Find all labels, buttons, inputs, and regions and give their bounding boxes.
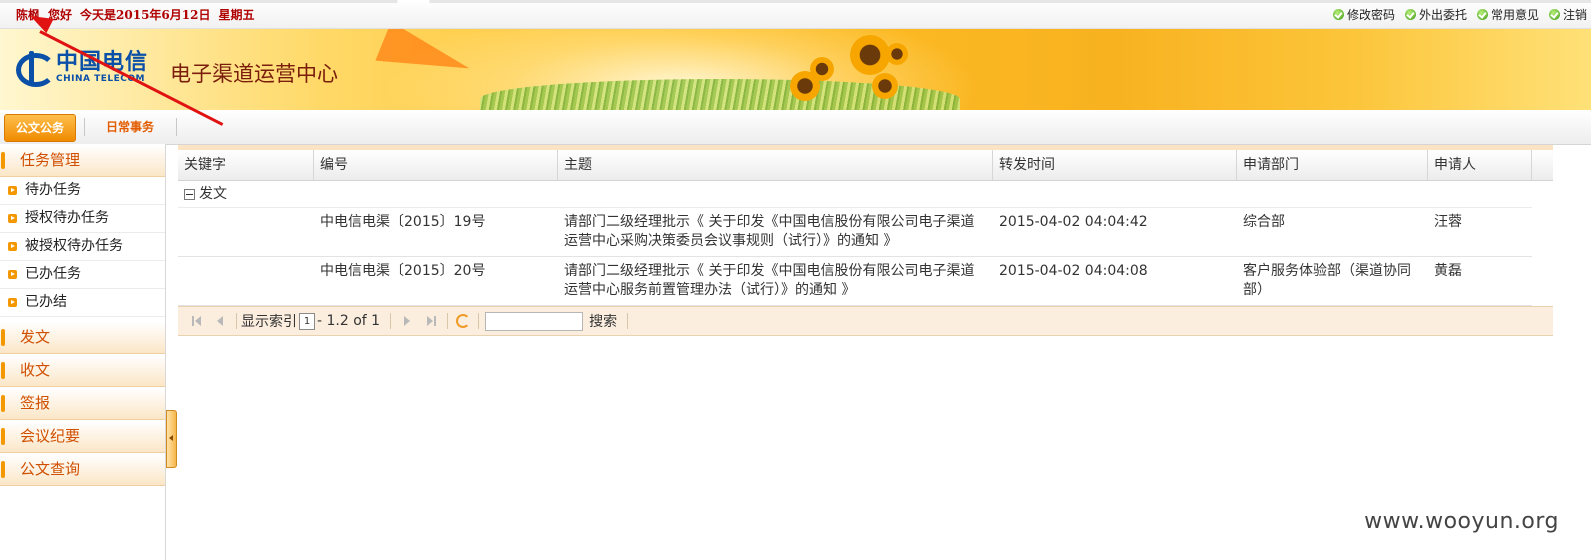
sidebar-item-delegated-pending[interactable]: 被授权待办任务 xyxy=(0,233,165,261)
index-label: 显示索引 xyxy=(241,314,297,330)
table-row[interactable]: 中电信电渠〔2015〕19号 请部门二级经理批示《 关于印发《中国电信股份有限公… xyxy=(178,208,1532,257)
check-circle-icon xyxy=(1548,9,1560,20)
cell-subject[interactable]: 请部门二级经理批示《 关于印发《中国电信股份有限公司电子渠道运营中心采购决策委员… xyxy=(558,208,993,256)
cell-keyword xyxy=(178,208,314,256)
sidebar-group-task-management[interactable]: 任务管理 xyxy=(0,144,165,177)
grid-body: 发文 中电信电渠〔2015〕19号 请部门二级经理批示《 关于印发《中国电信股份… xyxy=(178,181,1553,306)
column-header-number[interactable]: 编号 xyxy=(314,150,558,180)
cell-time: 2015-04-02 04:04:42 xyxy=(999,214,1148,230)
cell-department: 客户服务体验部（渠道协同部） xyxy=(1243,263,1411,298)
grid-group-row: 发文 xyxy=(178,181,1532,208)
search-input[interactable] xyxy=(485,311,584,331)
menu-divider xyxy=(176,118,177,136)
common-opinions-link[interactable]: 常用意见 xyxy=(1476,6,1539,23)
sidebar-group-outgoing[interactable]: 发文 xyxy=(0,321,165,354)
sidebar-group-document-query[interactable]: 公文查询 xyxy=(0,453,165,486)
check-circle-icon xyxy=(1404,9,1416,20)
greeting: 陈枫 您好 今天是2015年6月12日 星期五 xyxy=(16,6,263,23)
sidebar-item-authorized-pending[interactable]: 授权待办任务 xyxy=(0,205,165,233)
refresh-icon[interactable] xyxy=(456,314,471,328)
menu-divider xyxy=(84,118,85,136)
cell-applicant: 汪蓉 xyxy=(1434,214,1462,230)
next-page-icon[interactable] xyxy=(400,314,414,328)
column-header-subject[interactable]: 主题 xyxy=(558,150,993,180)
cell-department: 综合部 xyxy=(1243,214,1285,230)
tab-daily-affairs[interactable]: 日常事务 xyxy=(106,114,154,140)
collapse-toggle-icon[interactable] xyxy=(184,188,195,200)
column-header-forward-time[interactable]: 转发时间 xyxy=(993,150,1237,180)
sunflower-icon xyxy=(810,57,834,81)
cell-number: 中电信电渠〔2015〕19号 xyxy=(320,214,486,230)
sidebar-group-submissions[interactable]: 签报 xyxy=(0,387,165,420)
page-range-text: - 1.2 of 1 xyxy=(317,313,381,329)
main-menu-bar: 公文公务 日常事务 xyxy=(0,110,1591,145)
cell-number: 中电信电渠〔2015〕20号 xyxy=(320,263,486,279)
sidebar-item-pending-tasks[interactable]: 待办任务 xyxy=(0,177,165,205)
cell-subject[interactable]: 请部门二级经理批示《 关于印发《中国电信股份有限公司电子渠道运营中心服务前置管理… xyxy=(558,257,993,305)
cell-keyword xyxy=(178,257,314,305)
site-title: 电子渠道运营中心 xyxy=(170,62,338,86)
header-banner: 中国电信 CHINA TELECOM 电子渠道运营中心 xyxy=(0,29,1591,110)
arrow-bullet-icon xyxy=(8,214,17,223)
arrow-bullet-icon xyxy=(8,270,17,279)
sidebar-group-incoming[interactable]: 收文 xyxy=(0,354,165,387)
document-grid: 关键字 编号 主题 转发时间 申请部门 申请人 发文 中电信电渠〔2015〕19… xyxy=(178,145,1553,336)
top-bar: 陈枫 您好 今天是2015年6月12日 星期五 修改密码 外出委托 常用意见 注销 xyxy=(0,0,1591,29)
column-header-keyword[interactable]: 关键字 xyxy=(178,150,314,180)
column-header-department[interactable]: 申请部门 xyxy=(1237,150,1428,180)
change-password-link[interactable]: 修改密码 xyxy=(1332,6,1395,23)
group-label: 发文 xyxy=(199,185,227,202)
sidebar-item-completed[interactable]: 已办结 xyxy=(0,289,165,317)
sunflower-icon xyxy=(872,73,898,99)
cell-applicant: 黄磊 xyxy=(1434,263,1462,279)
cell-time: 2015-04-02 04:04:08 xyxy=(999,263,1148,279)
sunflower-icon xyxy=(850,35,890,75)
sidebar: 任务管理 待办任务 授权待办任务 被授权待办任务 已办任务 已办结 发文 收文 … xyxy=(0,144,166,560)
check-circle-icon xyxy=(1332,9,1344,20)
browser-tab-strip xyxy=(0,0,1591,3)
sidebar-collapse-handle[interactable] xyxy=(166,410,177,468)
sidebar-group-meeting-minutes[interactable]: 会议纪要 xyxy=(0,420,165,453)
top-links: 修改密码 外出委托 常用意见 注销 xyxy=(1332,6,1587,23)
search-button[interactable]: 搜索 xyxy=(589,311,617,331)
column-header-applicant[interactable]: 申请人 xyxy=(1428,150,1532,180)
tab-official-documents[interactable]: 公文公务 xyxy=(4,114,76,142)
arrow-bullet-icon xyxy=(8,242,17,251)
arrow-bullet-icon xyxy=(8,186,17,195)
last-page-icon[interactable] xyxy=(424,314,438,328)
date-text: 今天是2015年6月12日 xyxy=(80,8,211,22)
weekday-text: 星期五 xyxy=(218,8,255,22)
grid-pager: 显示索引 1 - 1.2 of 1 搜索 xyxy=(178,306,1553,336)
watermark: www.wooyun.org xyxy=(1364,509,1559,534)
delegate-link[interactable]: 外出委托 xyxy=(1404,6,1467,23)
arrow-bullet-icon xyxy=(8,298,17,307)
telecom-logo-icon xyxy=(14,49,56,87)
table-row[interactable]: 中电信电渠〔2015〕20号 请部门二级经理批示《 关于印发《中国电信股份有限公… xyxy=(178,257,1532,306)
check-circle-icon xyxy=(1476,9,1488,20)
first-page-icon[interactable] xyxy=(189,314,203,328)
sunflower-icon xyxy=(886,43,908,65)
sidebar-item-done-tasks[interactable]: 已办任务 xyxy=(0,261,165,289)
grid-header: 关键字 编号 主题 转发时间 申请部门 申请人 xyxy=(178,150,1553,181)
page-index-input[interactable]: 1 xyxy=(299,312,315,330)
previous-page-icon[interactable] xyxy=(213,314,227,328)
logout-link[interactable]: 注销 xyxy=(1548,6,1587,23)
